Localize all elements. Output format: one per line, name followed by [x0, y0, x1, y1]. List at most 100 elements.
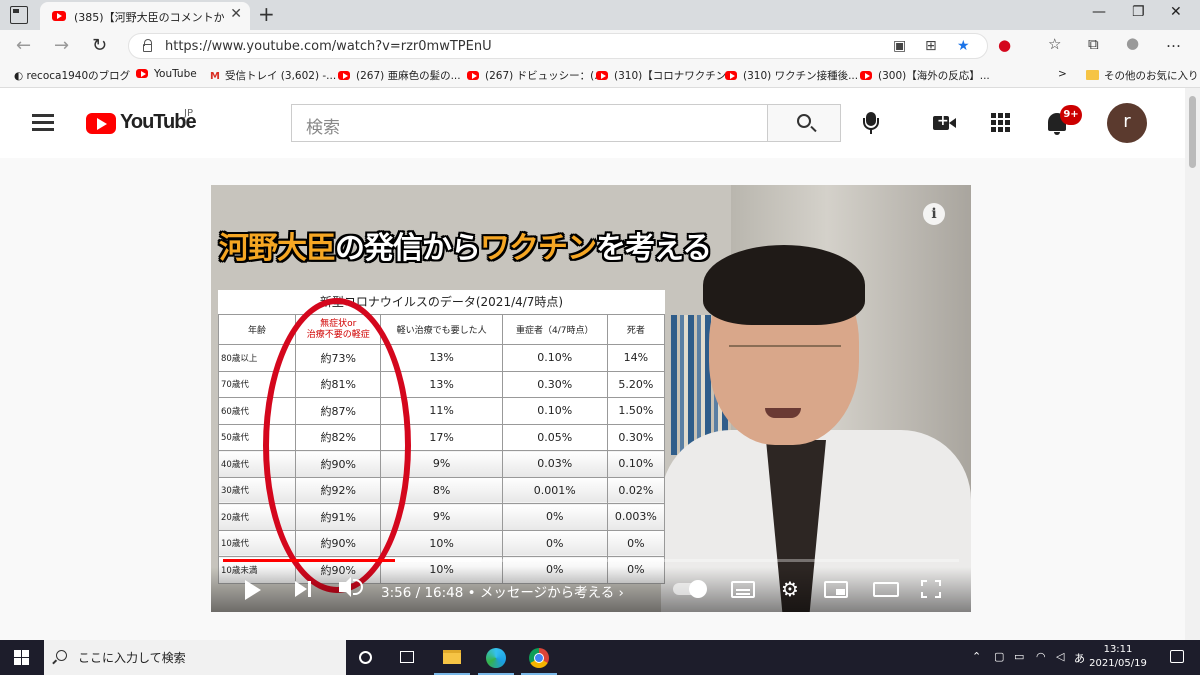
- action-center-icon[interactable]: [1170, 650, 1184, 663]
- collections-icon[interactable]: ⧉: [1088, 35, 1099, 53]
- value-cell: 0%: [501, 529, 608, 557]
- youtube-icon: [860, 71, 872, 80]
- value-cell: 0%: [606, 529, 666, 557]
- youtube-icon: [338, 71, 350, 80]
- apps-grid-icon[interactable]: [991, 113, 1011, 133]
- volume-icon[interactable]: [339, 577, 351, 597]
- chrome-browser-icon: [529, 648, 549, 668]
- lock-icon[interactable]: [143, 39, 152, 52]
- tab-title: (385)【河野大臣のコメントから】ワクチ: [74, 11, 224, 24]
- battery-icon[interactable]: ▭: [1014, 650, 1024, 663]
- youtube-icon: [467, 71, 479, 80]
- bookmark-item[interactable]: (310) ワクチン接種後...: [725, 68, 858, 83]
- back-arrow-icon[interactable]: ←: [16, 35, 31, 56]
- info-icon[interactable]: i: [923, 203, 945, 225]
- maximize-button[interactable]: ❐: [1132, 4, 1145, 20]
- other-favorites-folder[interactable]: その他のお気に入り: [1086, 68, 1199, 83]
- value-cell: 10%: [380, 529, 503, 557]
- column-header: 死者: [606, 314, 666, 345]
- settings-gear-icon[interactable]: ⚙: [781, 579, 799, 599]
- gmail-icon: M: [210, 71, 220, 82]
- bookmark-item[interactable]: (267) 亜麻色の髪の...: [338, 68, 461, 83]
- value-cell: 0%: [501, 503, 608, 531]
- new-tab-button[interactable]: +: [258, 2, 275, 26]
- address-bar-row: ← → ↻ https://www.youtube.com/watch?v=rz…: [0, 30, 1200, 62]
- bookmark-item[interactable]: ◐ recoca1940のブログ: [14, 68, 130, 83]
- bookmark-item[interactable]: (310)【コロナワクチン...: [596, 68, 736, 83]
- bookmark-item[interactable]: M 受信トレイ (3,602) -...: [210, 68, 336, 83]
- bookmark-item[interactable]: (300)【海外の反応】...: [860, 68, 990, 83]
- refresh-icon[interactable]: ↻: [92, 35, 107, 56]
- url-field[interactable]: https://www.youtube.com/watch?v=rzr0mwTP…: [128, 33, 988, 59]
- autoplay-toggle[interactable]: [673, 580, 707, 598]
- more-menu-icon[interactable]: …: [1166, 33, 1181, 51]
- notification-count-badge: 9+: [1060, 105, 1082, 125]
- avatar[interactable]: r: [1107, 103, 1147, 143]
- tray-chevron-icon[interactable]: ⌃: [972, 650, 981, 663]
- edge-browser-icon: [486, 648, 506, 668]
- value-cell: 0.10%: [501, 397, 608, 425]
- file-explorer-icon: [443, 650, 461, 664]
- video-player[interactable]: 河野大臣の発信からワクチンを考える i 新型コロナウイルスのデータ(2021/4…: [211, 185, 971, 612]
- taskbar-search-input[interactable]: ここに入力して検索: [44, 640, 346, 675]
- speaker-icon[interactable]: ◁: [1056, 650, 1064, 663]
- miniplayer-icon[interactable]: [824, 581, 848, 598]
- bookmarks-overflow-button[interactable]: >: [1058, 68, 1067, 80]
- globe-icon: ◐: [14, 70, 27, 82]
- search-button[interactable]: [767, 104, 841, 142]
- clock-time: 13:11: [1103, 644, 1133, 655]
- player-controls: 3:56 / 16:48 • メッセージから考える › ⚙: [211, 567, 971, 612]
- highlight-ellipse: [263, 298, 411, 593]
- close-window-button[interactable]: ✕: [1170, 4, 1182, 20]
- theater-mode-icon[interactable]: [873, 582, 899, 597]
- value-cell: 0.30%: [606, 423, 666, 451]
- value-cell: 5.20%: [606, 370, 666, 398]
- search-input[interactable]: 検索: [291, 104, 767, 142]
- bookmark-item[interactable]: (267) ドビュッシー：(...: [467, 68, 604, 83]
- value-cell: 0.30%: [501, 370, 608, 398]
- value-cell: 0.10%: [606, 450, 666, 478]
- browser-tab-active[interactable]: (385)【河野大臣のコメントから】ワクチ ✕: [40, 2, 250, 30]
- favorites-icon[interactable]: ☆: [1048, 35, 1061, 53]
- column-header: 軽い治療でも要した人: [380, 314, 503, 345]
- value-cell: 1.50%: [606, 397, 666, 425]
- app-install-icon[interactable]: ▣: [893, 38, 906, 54]
- menu-hamburger-icon[interactable]: [32, 114, 54, 131]
- value-cell: 0.05%: [501, 423, 608, 451]
- url-text[interactable]: https://www.youtube.com/watch?v=rzr0mwTP…: [165, 39, 492, 54]
- column-header: 重症者（4/7時点）: [501, 314, 608, 345]
- reading-view-icon[interactable]: ⊞: [925, 38, 937, 54]
- fullscreen-icon[interactable]: [921, 580, 941, 598]
- microphone-icon[interactable]: [863, 112, 879, 134]
- cortana-icon[interactable]: [359, 651, 372, 664]
- trend-micro-extension-icon[interactable]: ●: [998, 36, 1011, 54]
- ime-icon[interactable]: あ: [1074, 650, 1085, 666]
- wifi-icon[interactable]: ◠: [1036, 650, 1046, 663]
- youtube-page: YouTube JP 検索 + 9+ r 河野大臣の発信からワクチンを考える i…: [0, 88, 1185, 640]
- minimize-button[interactable]: —: [1092, 4, 1106, 20]
- forward-arrow-icon[interactable]: →: [54, 35, 69, 56]
- clock-date: 2021/05/19: [1089, 658, 1147, 669]
- meet-now-icon[interactable]: ▢: [994, 650, 1004, 663]
- favorites-bar: ◐ recoca1940のブログ YouTube M 受信トレイ (3,602) …: [0, 62, 1200, 88]
- tab-close-icon[interactable]: ✕: [230, 6, 242, 22]
- profile-icon[interactable]: ●: [1126, 34, 1139, 52]
- search-placeholder: 検索: [306, 118, 340, 138]
- taskbar-clock[interactable]: 13:11 2021/05/19: [1088, 643, 1148, 671]
- play-icon[interactable]: [245, 580, 261, 600]
- youtube-icon: [136, 69, 148, 78]
- workspaces-icon[interactable]: [10, 6, 28, 24]
- next-icon[interactable]: [295, 581, 311, 597]
- page-scrollbar[interactable]: [1185, 88, 1200, 640]
- video-overlay-title: 河野大臣の発信からワクチンを考える: [219, 231, 712, 266]
- value-cell: 0.003%: [606, 503, 666, 531]
- youtube-header: YouTube JP 検索 + 9+ r: [0, 88, 1185, 158]
- windows-start-icon[interactable]: [14, 650, 29, 665]
- subtitles-icon[interactable]: [731, 581, 755, 598]
- tab-bar: (385)【河野大臣のコメントから】ワクチ ✕ + — ❐ ✕: [0, 0, 1200, 30]
- youtube-favicon-icon: [52, 11, 66, 21]
- time-display[interactable]: 3:56 / 16:48 • メッセージから考える ›: [381, 581, 624, 601]
- bookmark-item[interactable]: YouTube: [136, 68, 197, 80]
- task-view-icon[interactable]: [400, 651, 414, 663]
- favorite-star-icon[interactable]: ★: [957, 38, 970, 54]
